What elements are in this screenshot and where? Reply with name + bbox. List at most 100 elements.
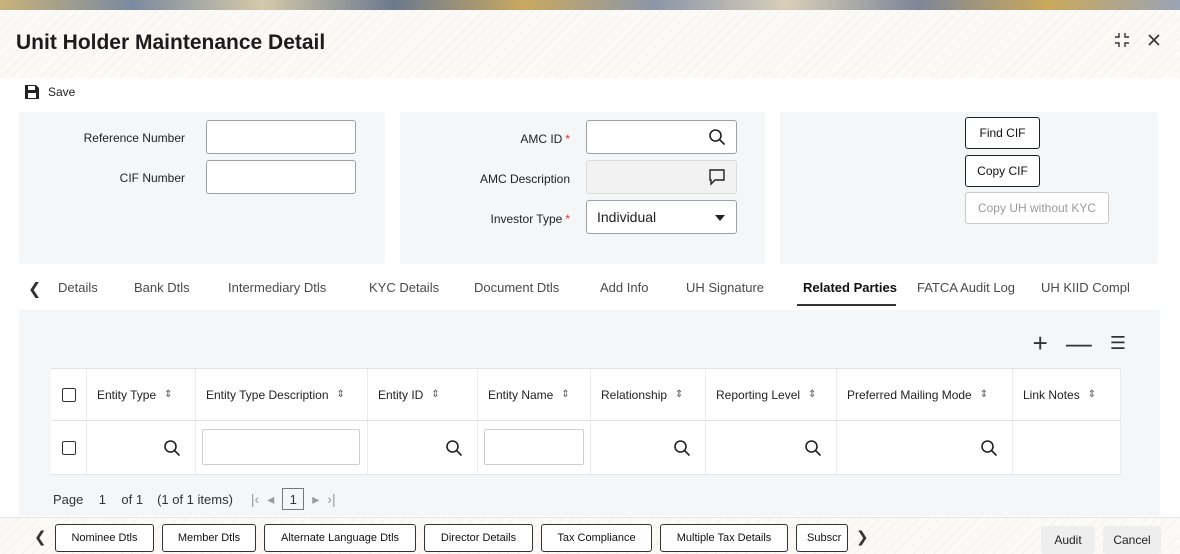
investor-type-select[interactable]: Individual — [586, 200, 737, 234]
table-header: Entity Type ⇕ Entity Type Description ⇕ En… — [51, 369, 1121, 421]
col-reporting-level[interactable]: Reporting Level ⇕ — [706, 369, 837, 420]
entity-name-input[interactable] — [484, 429, 584, 465]
copy-cif-button[interactable]: Copy CIF — [965, 155, 1040, 187]
col-entity-type[interactable]: Entity Type ⇕ — [87, 369, 196, 420]
prev-page-icon[interactable]: ◂ — [267, 491, 274, 508]
search-icon[interactable] — [673, 439, 691, 457]
sort-icon[interactable]: ⇕ — [337, 389, 345, 400]
col-relationship[interactable]: Relationship ⇕ — [591, 369, 706, 420]
tab-kyc-details[interactable]: KYC Details — [369, 280, 439, 295]
tab-uh-kiid-compl[interactable]: UH KIID Compl — [1041, 280, 1130, 295]
reference-number-label: Reference Number — [83, 131, 185, 145]
tab-details[interactable]: Details — [58, 280, 98, 295]
tax-compliance-button[interactable]: Tax Compliance — [541, 524, 652, 552]
amc-id-input[interactable] — [586, 120, 737, 154]
sort-icon[interactable]: ⇕ — [808, 389, 816, 400]
last-page-icon[interactable]: ›| — [327, 491, 335, 507]
select-all-checkbox[interactable] — [61, 387, 76, 402]
search-icon[interactable] — [163, 439, 181, 457]
tab-bar: ❮ Details Bank Dtls Intermediary Dtls KY… — [0, 270, 1180, 306]
reporting-level-cell — [706, 421, 837, 474]
tab-add-info[interactable]: Add Info — [600, 280, 648, 295]
director-details-button[interactable]: Director Details — [424, 524, 533, 552]
tab-document-dtls[interactable]: Document Dtls — [474, 280, 559, 295]
save-button[interactable]: Save — [24, 82, 75, 102]
member-dtls-button[interactable]: Member Dtls — [162, 524, 256, 552]
banner-strip — [0, 0, 1180, 10]
tab-intermediary-dtls[interactable]: Intermediary Dtls — [228, 280, 326, 295]
audit-button[interactable]: Audit — [1041, 526, 1095, 554]
entity-id-cell — [368, 421, 478, 474]
page-label: Page — [53, 491, 84, 507]
cif-number-label: CIF Number — [119, 171, 185, 185]
row-select-cell — [51, 421, 87, 474]
page-input[interactable]: 1 — [91, 488, 113, 510]
multiple-tax-details-button[interactable]: Multiple Tax Details — [660, 524, 788, 552]
entity-type-description-input[interactable] — [202, 429, 360, 465]
alternate-language-dtls-button[interactable]: Alternate Language Dtls — [264, 524, 416, 552]
search-icon[interactable] — [980, 439, 998, 457]
active-tab-indicator — [797, 304, 896, 306]
pagination: Page 1 of 1 (1 of 1 items) |‹ ◂ 1 ▸ ›| — [53, 488, 336, 510]
footer-bar: ❮ Nominee Dtls Member Dtls Alternate Lan… — [0, 517, 1180, 554]
row-checkbox[interactable] — [61, 440, 76, 455]
tab-bank-dtls[interactable]: Bank Dtls — [134, 280, 190, 295]
find-cif-button[interactable]: Find CIF — [965, 117, 1040, 149]
sort-icon[interactable]: ⇕ — [164, 389, 172, 400]
search-icon[interactable] — [708, 128, 726, 146]
next-page-icon[interactable]: ▸ — [312, 491, 319, 508]
page-title: Unit Holder Maintenance Detail — [16, 31, 326, 54]
tab-fatca-audit-log[interactable]: FATCA Audit Log — [917, 280, 1015, 295]
col-link-notes[interactable]: Link Notes ⇕ — [1013, 369, 1121, 420]
chevron-down-icon — [715, 215, 725, 221]
items-count: (1 of 1 items) — [157, 491, 233, 507]
entity-type-cell — [87, 421, 196, 474]
tab-related-parties[interactable]: Related Parties — [803, 280, 897, 295]
amc-panel: AMC ID * AMC Description Investor Type * I… — [400, 112, 765, 264]
grid-toolbar: + — ☰ — [1033, 330, 1126, 356]
cif-actions-panel: Find CIF Copy CIF Copy UH without KYC — [780, 112, 1158, 264]
link-notes-cell — [1013, 421, 1121, 474]
delete-row-icon[interactable]: — — [1066, 330, 1092, 356]
subscr-button[interactable]: Subscr — [796, 524, 848, 552]
col-preferred-mailing-mode[interactable]: Preferred Mailing Mode ⇕ — [837, 369, 1013, 420]
list-settings-icon[interactable]: ☰ — [1110, 334, 1126, 352]
tab-uh-signature[interactable]: UH Signature — [686, 280, 764, 295]
comment-icon[interactable] — [708, 168, 726, 186]
cif-number-input[interactable] — [206, 160, 356, 194]
col-entity-type-description[interactable]: Entity Type Description ⇕ — [196, 369, 368, 420]
add-row-icon[interactable]: + — [1033, 330, 1048, 356]
select-all-cell — [51, 369, 87, 420]
entity-name-cell — [478, 421, 591, 474]
amc-description-label: AMC Description — [479, 172, 570, 186]
cancel-button[interactable]: Cancel — [1103, 526, 1161, 554]
entity-type-description-cell — [196, 421, 368, 474]
tab-scroll-left-icon[interactable]: ❮ — [28, 279, 41, 299]
col-entity-name[interactable]: Entity Name ⇕ — [478, 369, 591, 420]
table-row — [51, 421, 1121, 475]
sort-icon[interactable]: ⇕ — [1088, 389, 1096, 400]
footer-scroll-left-icon[interactable]: ❮ — [34, 528, 47, 546]
reference-panel: Reference Number CIF Number — [19, 112, 385, 264]
save-icon — [25, 85, 39, 99]
nominee-dtls-button[interactable]: Nominee Dtls — [55, 524, 154, 552]
reference-number-input[interactable] — [206, 120, 356, 154]
relationship-cell — [591, 421, 706, 474]
preferred-mailing-mode-cell — [837, 421, 1013, 474]
close-icon[interactable] — [1146, 32, 1162, 53]
col-entity-id[interactable]: Entity ID ⇕ — [368, 369, 478, 420]
collapse-icon[interactable] — [1114, 32, 1130, 53]
sort-icon[interactable]: ⇕ — [675, 389, 683, 400]
first-page-icon[interactable]: |‹ — [251, 491, 259, 507]
sort-icon[interactable]: ⇕ — [431, 389, 439, 400]
sort-icon[interactable]: ⇕ — [561, 389, 569, 400]
page-button[interactable]: 1 — [282, 488, 305, 510]
footer-scroll-right-icon[interactable]: ❯ — [856, 528, 869, 546]
copy-uh-without-kyc-button[interactable]: Copy UH without KYC — [965, 192, 1109, 224]
save-label: Save — [48, 85, 76, 99]
search-icon[interactable] — [804, 439, 822, 457]
search-icon[interactable] — [445, 439, 463, 457]
sort-icon[interactable]: ⇕ — [980, 389, 988, 400]
amc-id-label: AMC ID * — [520, 132, 570, 146]
investor-type-label: Investor Type * — [490, 212, 571, 226]
